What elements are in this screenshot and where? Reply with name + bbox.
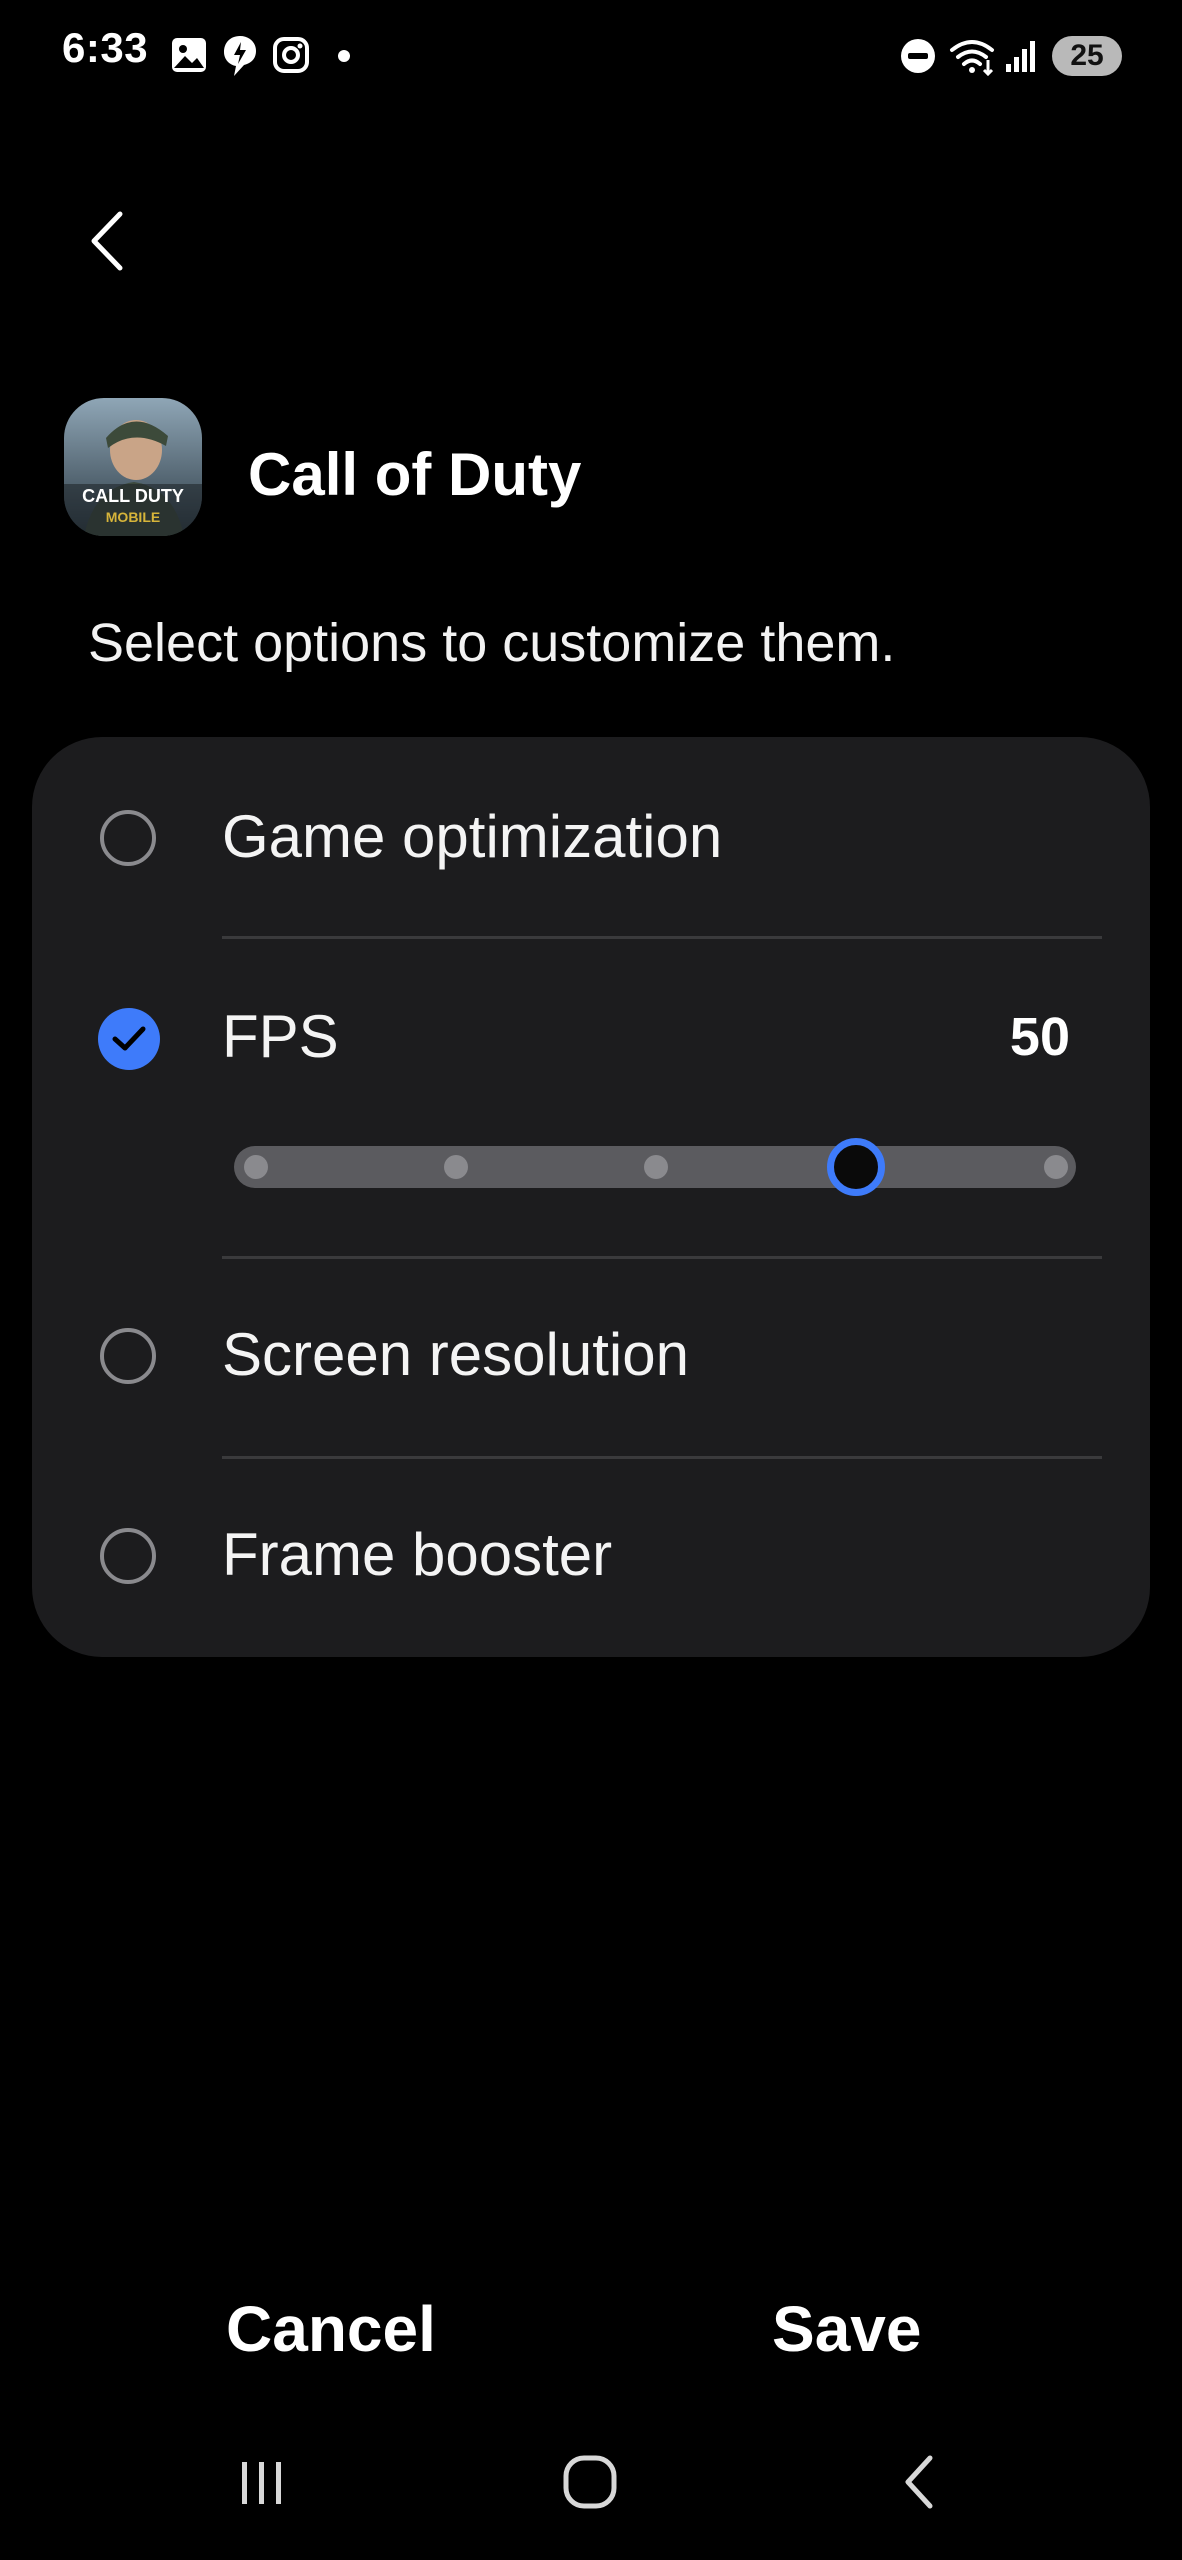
instagram-icon [273, 37, 309, 73]
option-fps[interactable]: FPS 50 [32, 960, 1150, 1080]
fps-value: 50 [1009, 1007, 1070, 1067]
divider [222, 936, 1102, 939]
fps-slider-step[interactable] [1044, 1155, 1068, 1179]
fps-checkbox-checked[interactable] [98, 1008, 160, 1070]
fps-slider-step[interactable] [444, 1155, 468, 1179]
save-button[interactable]: Save [772, 2292, 921, 2366]
cancel-button[interactable]: Cancel [226, 2292, 436, 2366]
back-arrow-icon[interactable] [82, 206, 132, 276]
recents-icon[interactable] [232, 2452, 292, 2512]
option-game-optimization[interactable]: Game optimization [32, 760, 1150, 920]
divider [222, 1256, 1102, 1259]
subtitle: Select options to customize them. [88, 613, 896, 673]
call-of-duty-app-icon: CALL DUTY MOBILE [64, 398, 202, 536]
wifi-icon [950, 40, 994, 76]
svg-text:MOBILE: MOBILE [106, 509, 160, 525]
svg-text:CALL DUTY: CALL DUTY [82, 486, 184, 506]
status-time: 6:33 [62, 24, 149, 71]
option-label: Game optimization [222, 803, 723, 870]
bixby-icon [224, 36, 256, 76]
option-frame-booster[interactable]: Frame booster [32, 1478, 1150, 1638]
signal-icon [1006, 41, 1035, 72]
home-icon[interactable] [560, 2452, 620, 2512]
fps-slider-step[interactable] [644, 1155, 668, 1179]
back-icon[interactable] [896, 2452, 946, 2512]
game-optimization-radio[interactable] [100, 810, 156, 866]
fps-slider-thumb[interactable] [827, 1138, 885, 1196]
divider [222, 1456, 1102, 1459]
frame-booster-radio[interactable] [100, 1528, 156, 1584]
checkmark-icon [112, 1026, 146, 1051]
app-title: Call of Duty [248, 441, 582, 508]
gallery-icon [172, 38, 206, 72]
battery-icon: 25 [1052, 36, 1122, 76]
dnd-icon [901, 39, 935, 73]
option-label: FPS [222, 1003, 339, 1070]
option-screen-resolution[interactable]: Screen resolution [32, 1278, 1150, 1438]
option-label: Screen resolution [222, 1321, 689, 1388]
notification-dot-icon [338, 50, 350, 62]
screen-resolution-radio[interactable] [100, 1328, 156, 1384]
fps-slider-step[interactable] [244, 1155, 268, 1179]
option-label: Frame booster [222, 1521, 613, 1588]
